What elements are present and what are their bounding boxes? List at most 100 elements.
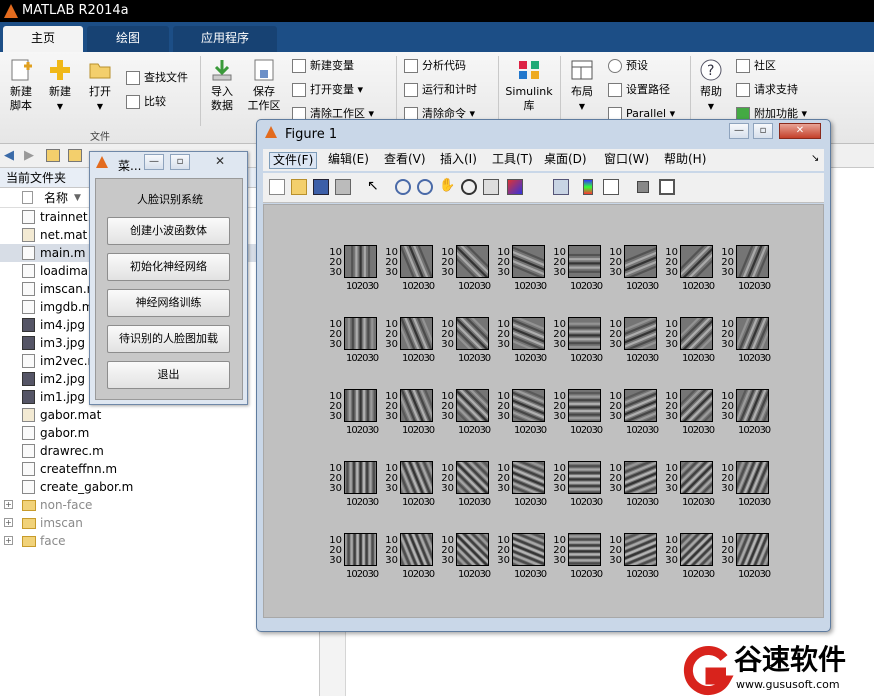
back-arrow-icon[interactable]: ◀ (4, 148, 14, 163)
data-cursor-icon[interactable] (483, 179, 499, 195)
open-file-icon[interactable] (291, 179, 307, 195)
figure-window: Figure 1 — ▫ ✕ 文件(F) 编辑(E) 查看(V) 插入(I) 工… (256, 119, 831, 632)
create-wavelet-button[interactable]: 创建小波函数体 (107, 217, 230, 245)
new-variable-button[interactable]: 新建变量 (292, 56, 354, 76)
link-plot-icon[interactable] (553, 179, 569, 195)
gabor-kernel (625, 318, 656, 349)
figure-canvas: 10 20 30 102030 10 20 30 102030 10 20 30 102030 10 20… (263, 204, 824, 618)
preferences-button[interactable]: 预设 (608, 56, 648, 76)
y-tick-labels: 10 20 30 (492, 392, 510, 422)
menu-window[interactable]: 窗口(W) (601, 152, 652, 169)
set-path-button[interactable]: 设置路径 (608, 80, 670, 100)
init-network-button[interactable]: 初始化神经网络 (107, 253, 230, 281)
find-files-button[interactable]: 查找文件 (126, 68, 188, 88)
tab-apps[interactable]: 应用程序 (173, 26, 277, 52)
new-button[interactable]: 新建 ▼ (42, 58, 78, 114)
show-tools-icon[interactable] (659, 179, 675, 195)
new-variable-label: 新建变量 (310, 59, 354, 72)
y-tick-labels: 10 20 30 (604, 392, 622, 422)
up-folder-icon[interactable] (46, 149, 60, 162)
maximize-button[interactable]: ▫ (753, 123, 773, 139)
close-button[interactable]: ✕ (779, 123, 821, 139)
gabor-subplot (568, 461, 601, 494)
close-button[interactable]: ✕ (210, 154, 230, 170)
import-data-button[interactable]: 导入 数据 (204, 58, 240, 113)
compare-button[interactable]: 比较 (126, 92, 166, 112)
community-button[interactable]: 社区 (736, 56, 776, 76)
request-support-label: 请求支持 (754, 83, 798, 96)
y-tick-labels: 10 20 30 (548, 536, 566, 566)
x-tick-labels: 102030 (570, 497, 603, 508)
m-file-icon (22, 354, 35, 368)
zoom-in-icon[interactable] (395, 179, 411, 195)
x-tick-labels: 102030 (514, 569, 547, 580)
tab-plots[interactable]: 绘图 (87, 26, 169, 52)
gabor-kernel (681, 534, 712, 565)
mat-file-icon (22, 408, 35, 422)
menu-view[interactable]: 查看(V) (381, 152, 429, 169)
expand-icon[interactable]: + (4, 536, 13, 545)
gabor-kernel (457, 534, 488, 565)
help-button[interactable]: ? 帮助 ▼ (694, 58, 728, 114)
community-label: 社区 (754, 59, 776, 72)
brush-icon[interactable] (507, 179, 523, 195)
dock-arrow-icon[interactable]: ↘ (811, 153, 819, 164)
load-face-button[interactable]: 待识别的人脸图加载 (107, 325, 230, 353)
gabor-kernel (401, 462, 432, 493)
menu-desktop[interactable]: 桌面(D) (541, 152, 590, 169)
set-path-label: 设置路径 (626, 83, 670, 96)
menu-file[interactable]: 文件(F) (269, 152, 318, 169)
simulink-library-button[interactable]: Simulink 库 (503, 58, 555, 113)
minimize-button[interactable]: — (144, 154, 164, 170)
colorbar-icon[interactable] (583, 179, 593, 195)
expand-icon[interactable]: + (4, 518, 13, 527)
legend-icon[interactable] (603, 179, 619, 195)
new-figure-icon[interactable] (269, 179, 285, 195)
gabor-kernel (569, 534, 600, 565)
browse-folder-icon[interactable] (68, 149, 82, 162)
y-tick-labels: 10 20 30 (604, 464, 622, 494)
gabor-subplot (456, 533, 489, 566)
maximize-button[interactable]: ▫ (170, 154, 190, 170)
x-tick-labels: 102030 (346, 353, 379, 364)
menu-insert[interactable]: 插入(I) (437, 152, 480, 169)
expand-icon[interactable]: + (4, 500, 13, 509)
menu-help[interactable]: 帮助(H) (661, 152, 709, 169)
pan-hand-icon[interactable]: ✋ (439, 179, 455, 195)
y-tick-label: 30 (441, 267, 454, 278)
hide-tools-icon[interactable] (637, 181, 649, 193)
m-file-icon (22, 246, 35, 260)
column-name-label[interactable]: 名称 (44, 188, 68, 208)
request-support-button[interactable]: 请求支持 (736, 80, 798, 100)
rotate-3d-icon[interactable] (461, 179, 477, 195)
x-tick-labels: 102030 (514, 281, 547, 292)
gabor-subplot (624, 389, 657, 422)
print-icon[interactable] (335, 179, 351, 195)
minimize-button[interactable]: — (729, 123, 749, 139)
gabor-subplot (624, 533, 657, 566)
open-button[interactable]: 打开 ▼ (82, 58, 118, 114)
file-name: gabor.m (40, 426, 90, 440)
y-tick-label: 30 (497, 267, 510, 278)
run-and-time-button[interactable]: 运行和计时 (404, 80, 477, 100)
menu-edit[interactable]: 编辑(E) (325, 152, 372, 169)
sort-chevron-icon[interactable]: ▼ (74, 188, 81, 208)
zoom-out-icon[interactable] (417, 179, 433, 195)
y-tick-label: 30 (721, 339, 734, 350)
analyze-code-button[interactable]: 分析代码 (404, 56, 466, 76)
tab-home[interactable]: 主页 (3, 26, 83, 52)
y-tick-labels: 10 20 30 (660, 536, 678, 566)
save-workspace-button[interactable]: 保存 工作区 (244, 58, 284, 113)
help-question-icon: ? (698, 58, 724, 82)
forward-arrow-icon[interactable]: ▶ (24, 148, 34, 163)
y-tick-label: 30 (665, 267, 678, 278)
menu-tools[interactable]: 工具(T) (489, 152, 536, 169)
layout-button[interactable]: 布局 ▼ (564, 58, 600, 114)
save-icon[interactable] (313, 179, 329, 195)
open-variable-button[interactable]: 打开变量 ▾ (292, 80, 363, 100)
train-network-button[interactable]: 神经网络训练 (107, 289, 230, 317)
svg-text:?: ? (707, 63, 714, 79)
pointer-icon[interactable]: ↖ (367, 179, 383, 195)
exit-button[interactable]: 退出 (107, 361, 230, 389)
new-script-button[interactable]: 新建 脚本 (4, 58, 38, 113)
